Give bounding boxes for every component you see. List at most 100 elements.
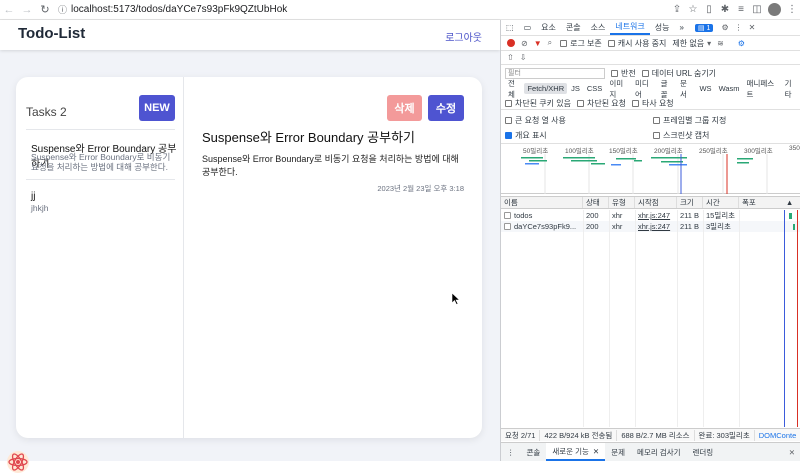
drawer-tab-whats-new[interactable]: 새로운 기능 ✕ bbox=[546, 443, 606, 461]
col-divider bbox=[609, 210, 610, 427]
tab-more[interactable]: » bbox=[675, 20, 689, 35]
share-icon[interactable]: ⇪ bbox=[669, 4, 685, 15]
row-initiator-link[interactable]: xhr.js:247 bbox=[635, 221, 677, 232]
dom-content-loaded-line bbox=[784, 210, 785, 427]
react-query-devtools-icon[interactable] bbox=[6, 450, 30, 474]
import-har-icon[interactable]: ⇧ bbox=[507, 53, 514, 62]
col-time[interactable]: 시간 bbox=[703, 197, 739, 208]
profile-avatar[interactable] bbox=[768, 3, 781, 16]
table-row[interactable]: daYCe7s93pFk9... 200 xhr xhr.js:247 211 … bbox=[501, 221, 800, 232]
record-icon[interactable] bbox=[507, 39, 515, 47]
back-icon[interactable]: ← bbox=[0, 4, 18, 16]
drawer-tab-rendering[interactable]: 렌더링 bbox=[687, 443, 720, 461]
status-transferred: 422 B/924 kB 전송됨 bbox=[540, 429, 618, 441]
third-party-checkbox[interactable]: 타사 요청 bbox=[632, 98, 674, 109]
col-type[interactable]: 유형 bbox=[609, 197, 635, 208]
network-conditions-icon[interactable]: ≋ bbox=[717, 39, 724, 48]
col-divider bbox=[677, 210, 678, 427]
clear-icon[interactable]: ⊘ bbox=[521, 39, 528, 48]
drawer-tab-whats-new-label: 새로운 기능 bbox=[552, 446, 589, 456]
row-name-text: daYCe7s93pFk9... bbox=[514, 222, 577, 231]
todo-card: Tasks 2 NEW Suspense와 Error Boundary 공부하… bbox=[16, 77, 482, 438]
settings-gear-icon[interactable]: ⚙ bbox=[721, 23, 728, 32]
filter-icon[interactable]: ▼ bbox=[534, 39, 542, 48]
drawer-tab-console[interactable]: 콘솔 bbox=[521, 443, 547, 461]
row-type: xhr bbox=[612, 211, 623, 220]
blocked-requests-label: 차단된 요청 bbox=[586, 98, 626, 108]
status-resources: 688 B/2.7 MB 리소스 bbox=[617, 429, 695, 441]
blocked-cookies-checkbox[interactable]: 차단된 쿠키 있음 bbox=[505, 98, 571, 109]
tab-performance[interactable]: 성능 bbox=[650, 20, 675, 35]
sort-up-icon[interactable]: ▲ bbox=[786, 198, 793, 207]
chevron-down-icon[interactable]: ▾ bbox=[707, 39, 711, 48]
more-options-icon[interactable]: ⋮ bbox=[735, 23, 743, 32]
tab-sources[interactable]: 소스 bbox=[586, 20, 611, 35]
col-waterfall[interactable]: 폭포 ▲ bbox=[739, 197, 800, 208]
tab-console[interactable]: 콘솔 bbox=[561, 20, 586, 35]
address-bar[interactable]: ⓘ localhost:5173/todos/daYCe7s93pFk9QZtU… bbox=[58, 2, 669, 18]
row-size: 211 B bbox=[680, 211, 700, 220]
network-overview[interactable]: 50밀리초 100밀리초 150밀리초 200밀리초 250밀리초 300밀리초… bbox=[501, 145, 800, 194]
status-dom-content-loaded: DOMConte bbox=[758, 430, 797, 440]
row-status: 200 bbox=[586, 211, 599, 220]
extensions-icon[interactable]: ✱ bbox=[717, 4, 733, 15]
more-menu-icon[interactable]: ⋮ bbox=[784, 4, 800, 15]
edit-button[interactable]: 수정 bbox=[428, 95, 464, 121]
reading-list-icon[interactable]: ≡ bbox=[733, 4, 749, 15]
big-rows-checkbox[interactable]: 큰 요청 열 사용 bbox=[505, 115, 566, 126]
table-row[interactable]: todos 200 xhr xhr.js:247 211 B 15밀리초 bbox=[501, 210, 800, 221]
disable-cache-checkbox[interactable]: 캐시 사용 중지 bbox=[607, 38, 666, 49]
type-wasm[interactable]: Wasm bbox=[716, 83, 743, 94]
network-settings-gear-icon[interactable]: ⚙ bbox=[738, 39, 745, 48]
export-har-icon[interactable]: ⇩ bbox=[520, 53, 527, 62]
new-button[interactable]: NEW bbox=[139, 95, 175, 121]
group-by-frame-checkbox[interactable]: 프레임별 그룹 지정 bbox=[653, 115, 726, 126]
inspect-element-icon[interactable]: ⬚ bbox=[501, 20, 519, 35]
col-waterfall-label: 폭포 bbox=[742, 198, 756, 207]
app-title: Todo-List bbox=[18, 25, 86, 42]
delete-button[interactable]: 삭제 bbox=[387, 95, 422, 121]
drawer-tab-issues[interactable]: 문제 bbox=[605, 443, 631, 461]
col-divider bbox=[703, 210, 704, 427]
message-badge[interactable]: ▤ 1 bbox=[694, 23, 714, 32]
drawer-tab-memory-inspector[interactable]: 메모리 검사기 bbox=[631, 443, 686, 461]
sidebar-toggle-icon[interactable]: ▯ bbox=[701, 4, 717, 15]
task-count: Tasks 2 bbox=[26, 105, 67, 119]
col-name[interactable]: 이름 bbox=[501, 197, 583, 208]
device-toggle-icon[interactable]: ▭ bbox=[519, 20, 537, 35]
status-requests: 요청 2/71 bbox=[501, 429, 541, 441]
close-icon[interactable]: ✕ bbox=[593, 447, 599, 456]
type-ws[interactable]: WS bbox=[696, 83, 714, 94]
type-fetch-xhr[interactable]: Fetch/XHR bbox=[524, 83, 568, 94]
third-party-label: 타사 요청 bbox=[642, 98, 674, 108]
screenshots-checkbox[interactable]: 스크린샷 캡처 bbox=[653, 130, 709, 141]
row-initiator-link[interactable]: xhr.js:247 bbox=[635, 210, 677, 221]
tab-elements[interactable]: 요소 bbox=[536, 20, 561, 35]
drawer-menu-icon[interactable]: ⋮ bbox=[501, 443, 521, 461]
split-view-icon[interactable]: ◫ bbox=[749, 4, 765, 15]
type-css[interactable]: CSS bbox=[584, 83, 605, 94]
col-status[interactable]: 상태 bbox=[583, 197, 609, 208]
col-size[interactable]: 크기 bbox=[677, 197, 703, 208]
search-icon[interactable]: ⌕ bbox=[548, 38, 552, 48]
logout-link[interactable]: 로그아웃 bbox=[445, 29, 482, 44]
blocked-requests-checkbox[interactable]: 차단된 요청 bbox=[576, 98, 626, 109]
load-line bbox=[797, 210, 798, 427]
reload-icon[interactable]: ↻ bbox=[36, 3, 54, 16]
forward-icon[interactable]: → bbox=[18, 4, 36, 16]
tab-network[interactable]: 네트워크 bbox=[610, 20, 650, 35]
col-initiator[interactable]: 시작점 bbox=[635, 197, 677, 208]
close-drawer-icon[interactable]: ✕ bbox=[789, 448, 795, 457]
throttle-select[interactable]: 제한 없음 bbox=[672, 38, 704, 49]
preserve-log-checkbox[interactable]: 로그 보존 bbox=[560, 38, 602, 49]
info-icon[interactable]: ⓘ bbox=[58, 3, 67, 16]
row-time: 3밀리초 bbox=[706, 222, 731, 231]
devtools-panel: ⬚ ▭ 요소 콘솔 소스 네트워크 성능 » ▤ 1 ⚙ ⋮ ✕ ⊘ ▼ ⌕ 로… bbox=[500, 20, 800, 461]
overview-checkbox[interactable]: 개요 표시 bbox=[505, 130, 547, 141]
list-item-desc: jhkjh bbox=[31, 203, 49, 213]
close-icon[interactable]: ✕ bbox=[749, 23, 756, 32]
row-name: daYCe7s93pFk9... bbox=[501, 221, 583, 232]
type-js[interactable]: JS bbox=[568, 83, 583, 94]
bookmark-star-icon[interactable]: ☆ bbox=[685, 4, 701, 15]
divider bbox=[26, 129, 175, 130]
